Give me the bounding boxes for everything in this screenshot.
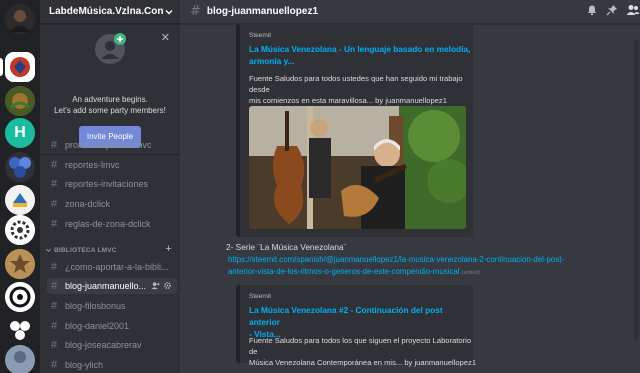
chat-area: # blog-juanmanuellopez1 Steemit La Músic… xyxy=(180,0,640,373)
hash-icon: # xyxy=(51,178,58,190)
channel-blog-juanmanuellopez1[interactable]: # blog-juanmanuello... xyxy=(47,278,177,294)
channel-promo-etiquetas-lmvc[interactable]: # promo-etiquetas-lmvc xyxy=(47,137,177,153)
channel-header: # blog-juanmanuellopez1 xyxy=(180,0,640,24)
edited-label: (edited) xyxy=(461,270,481,276)
invite-popup: ✕ An adventure begins. Let's add some pa… xyxy=(40,24,180,155)
server-avatar-bottom[interactable] xyxy=(5,345,35,373)
server-cluster[interactable] xyxy=(5,152,35,182)
guild-name: LabdeMúsica.Vzlna.Cont... xyxy=(49,6,164,17)
chevron-down-icon xyxy=(45,248,52,252)
popup-line2: Let's add some party members! xyxy=(54,106,166,115)
embed-description: Fuente Saludos para todos los que siguen… xyxy=(249,336,477,367)
channel-blog-ylich[interactable]: # blog-ylich xyxy=(47,357,177,373)
server-emblem[interactable] xyxy=(5,249,35,279)
scrollbar[interactable] xyxy=(634,40,639,340)
close-icon[interactable]: ✕ xyxy=(161,32,170,43)
server-balls[interactable] xyxy=(5,314,35,344)
active-server-pill xyxy=(0,58,3,76)
hash-icon: # xyxy=(51,300,58,312)
channel-sidebar: LabdeMúsica.Vzlna.Cont... ✕ An adventure… xyxy=(40,0,180,373)
hash-icon: # xyxy=(51,320,58,332)
message-link[interactable]: https://steemit.com/spanish/@juanmanuell… xyxy=(228,254,628,279)
channel-reglas-de-zona-dclick[interactable]: # reglas-de-zona-dclick xyxy=(47,216,177,232)
hash-icon: # xyxy=(51,218,58,230)
hash-icon: # xyxy=(51,280,58,292)
server-list: H xyxy=(0,0,40,373)
server-pirate[interactable] xyxy=(5,185,35,215)
hash-icon: # xyxy=(51,159,58,171)
server-badge[interactable] xyxy=(5,282,35,312)
server-h[interactable]: H xyxy=(5,118,35,148)
channel-reportes-invitaciones[interactable]: # reportes-invitaciones xyxy=(47,176,177,192)
add-member-icon[interactable] xyxy=(151,281,160,290)
channel-como-aportar[interactable]: # ¿como-aportar-a-la-bibli... xyxy=(47,259,177,275)
server-red-logo[interactable] xyxy=(5,52,35,82)
hash-icon: # xyxy=(51,359,58,371)
message-text: 2- Serie ¨La Música Venezolana¨ xyxy=(226,242,347,252)
channel-title: blog-juanmanuellopez1 xyxy=(206,6,319,17)
hash-icon: # xyxy=(51,139,58,151)
guild-header[interactable]: LabdeMúsica.Vzlna.Cont... xyxy=(40,0,180,24)
server-gears[interactable] xyxy=(5,215,35,245)
server-crest[interactable] xyxy=(5,86,35,116)
pin-icon[interactable] xyxy=(606,4,618,16)
channel-blog-joseacabrerav[interactable]: # blog-joseacabrerav xyxy=(47,337,177,353)
channel-reportes-lmvc[interactable]: # reportes-lmvc xyxy=(47,157,177,173)
members-icon[interactable] xyxy=(626,4,640,16)
popup-line1: An adventure begins. xyxy=(72,95,148,104)
embed-provider: Steemit xyxy=(249,293,272,300)
link-embed-2: Steemit La Música Venezolana #2 - Contin… xyxy=(236,285,476,367)
link-embed: Steemit La Música Venezolana - Un lengua… xyxy=(236,24,473,237)
user-avatar[interactable] xyxy=(5,4,35,34)
hash-icon: # xyxy=(190,4,201,19)
hash-icon: # xyxy=(51,261,58,273)
party-members-icon xyxy=(95,33,126,64)
embed-image[interactable] xyxy=(249,106,466,229)
bell-icon[interactable] xyxy=(586,4,598,16)
channel-blog-filosbonus[interactable]: # blog-filosbonus xyxy=(47,298,177,314)
channel-blog-daniel2001[interactable]: # blog-daniel2001 xyxy=(47,318,177,334)
chevron-down-icon xyxy=(165,9,173,14)
embed-provider: Steemit xyxy=(249,32,272,39)
hash-icon: # xyxy=(51,339,58,351)
gear-icon[interactable] xyxy=(163,281,172,290)
hash-icon: # xyxy=(51,198,58,210)
category-biblioteca-lmvc[interactable]: BIBLIOTECA LMVC + xyxy=(45,243,175,255)
create-channel-icon[interactable]: + xyxy=(165,243,172,255)
embed-description: Fuente Saludos para todos ustedes que ha… xyxy=(249,74,463,105)
channel-zona-dclick[interactable]: # zona-dclick xyxy=(47,196,177,212)
embed-title[interactable]: La Música Venezolana - Un lenguaje basad… xyxy=(249,43,475,67)
